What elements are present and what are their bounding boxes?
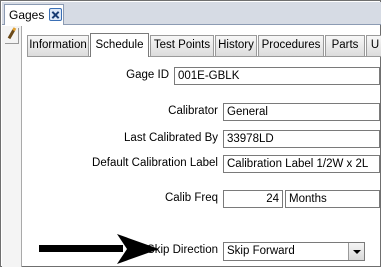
calibrator-field[interactable]: General bbox=[223, 103, 380, 121]
calib-freq-value-field[interactable]: 24 bbox=[223, 190, 283, 208]
tab-baseline bbox=[27, 56, 381, 57]
default-calibration-label-label: Default Calibration Label bbox=[92, 157, 218, 169]
tab-information[interactable]: Information bbox=[27, 35, 89, 56]
tab-schedule[interactable]: Schedule bbox=[90, 33, 149, 57]
tab-procedures[interactable]: Procedures bbox=[258, 35, 324, 56]
last-calibrated-by-label: Last Calibrated By bbox=[124, 132, 218, 144]
gage-id-field[interactable]: 001E-GBLK bbox=[174, 67, 380, 85]
calibrator-label: Calibrator bbox=[168, 105, 218, 117]
tab-test-points[interactable]: Test Points bbox=[150, 35, 214, 56]
chevron-down-icon[interactable] bbox=[348, 243, 364, 260]
record-selector bbox=[2, 26, 22, 267]
default-calibration-label-field[interactable]: Calibration Label 1/2W x 2L bbox=[223, 155, 380, 173]
tab-parts[interactable]: Parts bbox=[325, 35, 365, 56]
gages-window: Gages Information Schedule Test Points H… bbox=[0, 0, 381, 267]
pencil-icon bbox=[7, 28, 16, 40]
calib-freq-unit-field[interactable]: Months bbox=[285, 190, 380, 208]
skip-direction-select[interactable]: Skip Forward bbox=[223, 242, 365, 261]
skip-direction-value: Skip Forward bbox=[227, 245, 295, 257]
tab-u[interactable]: U bbox=[366, 35, 381, 56]
gage-id-label: Gage ID bbox=[126, 69, 169, 81]
tab-history[interactable]: History bbox=[215, 35, 257, 56]
record-marker[interactable] bbox=[5, 28, 19, 44]
arrow-right-icon bbox=[39, 234, 159, 264]
calib-freq-label: Calib Freq bbox=[164, 192, 218, 204]
form-tabs: Information Schedule Test Points History… bbox=[27, 33, 381, 57]
document-tab-label: Gages bbox=[9, 8, 45, 22]
document-tab-gages[interactable]: Gages bbox=[4, 4, 64, 25]
last-calibrated-by-field[interactable]: 33978LD bbox=[223, 130, 380, 148]
document-tab-strip: Gages bbox=[2, 2, 381, 25]
close-icon[interactable] bbox=[49, 8, 62, 21]
